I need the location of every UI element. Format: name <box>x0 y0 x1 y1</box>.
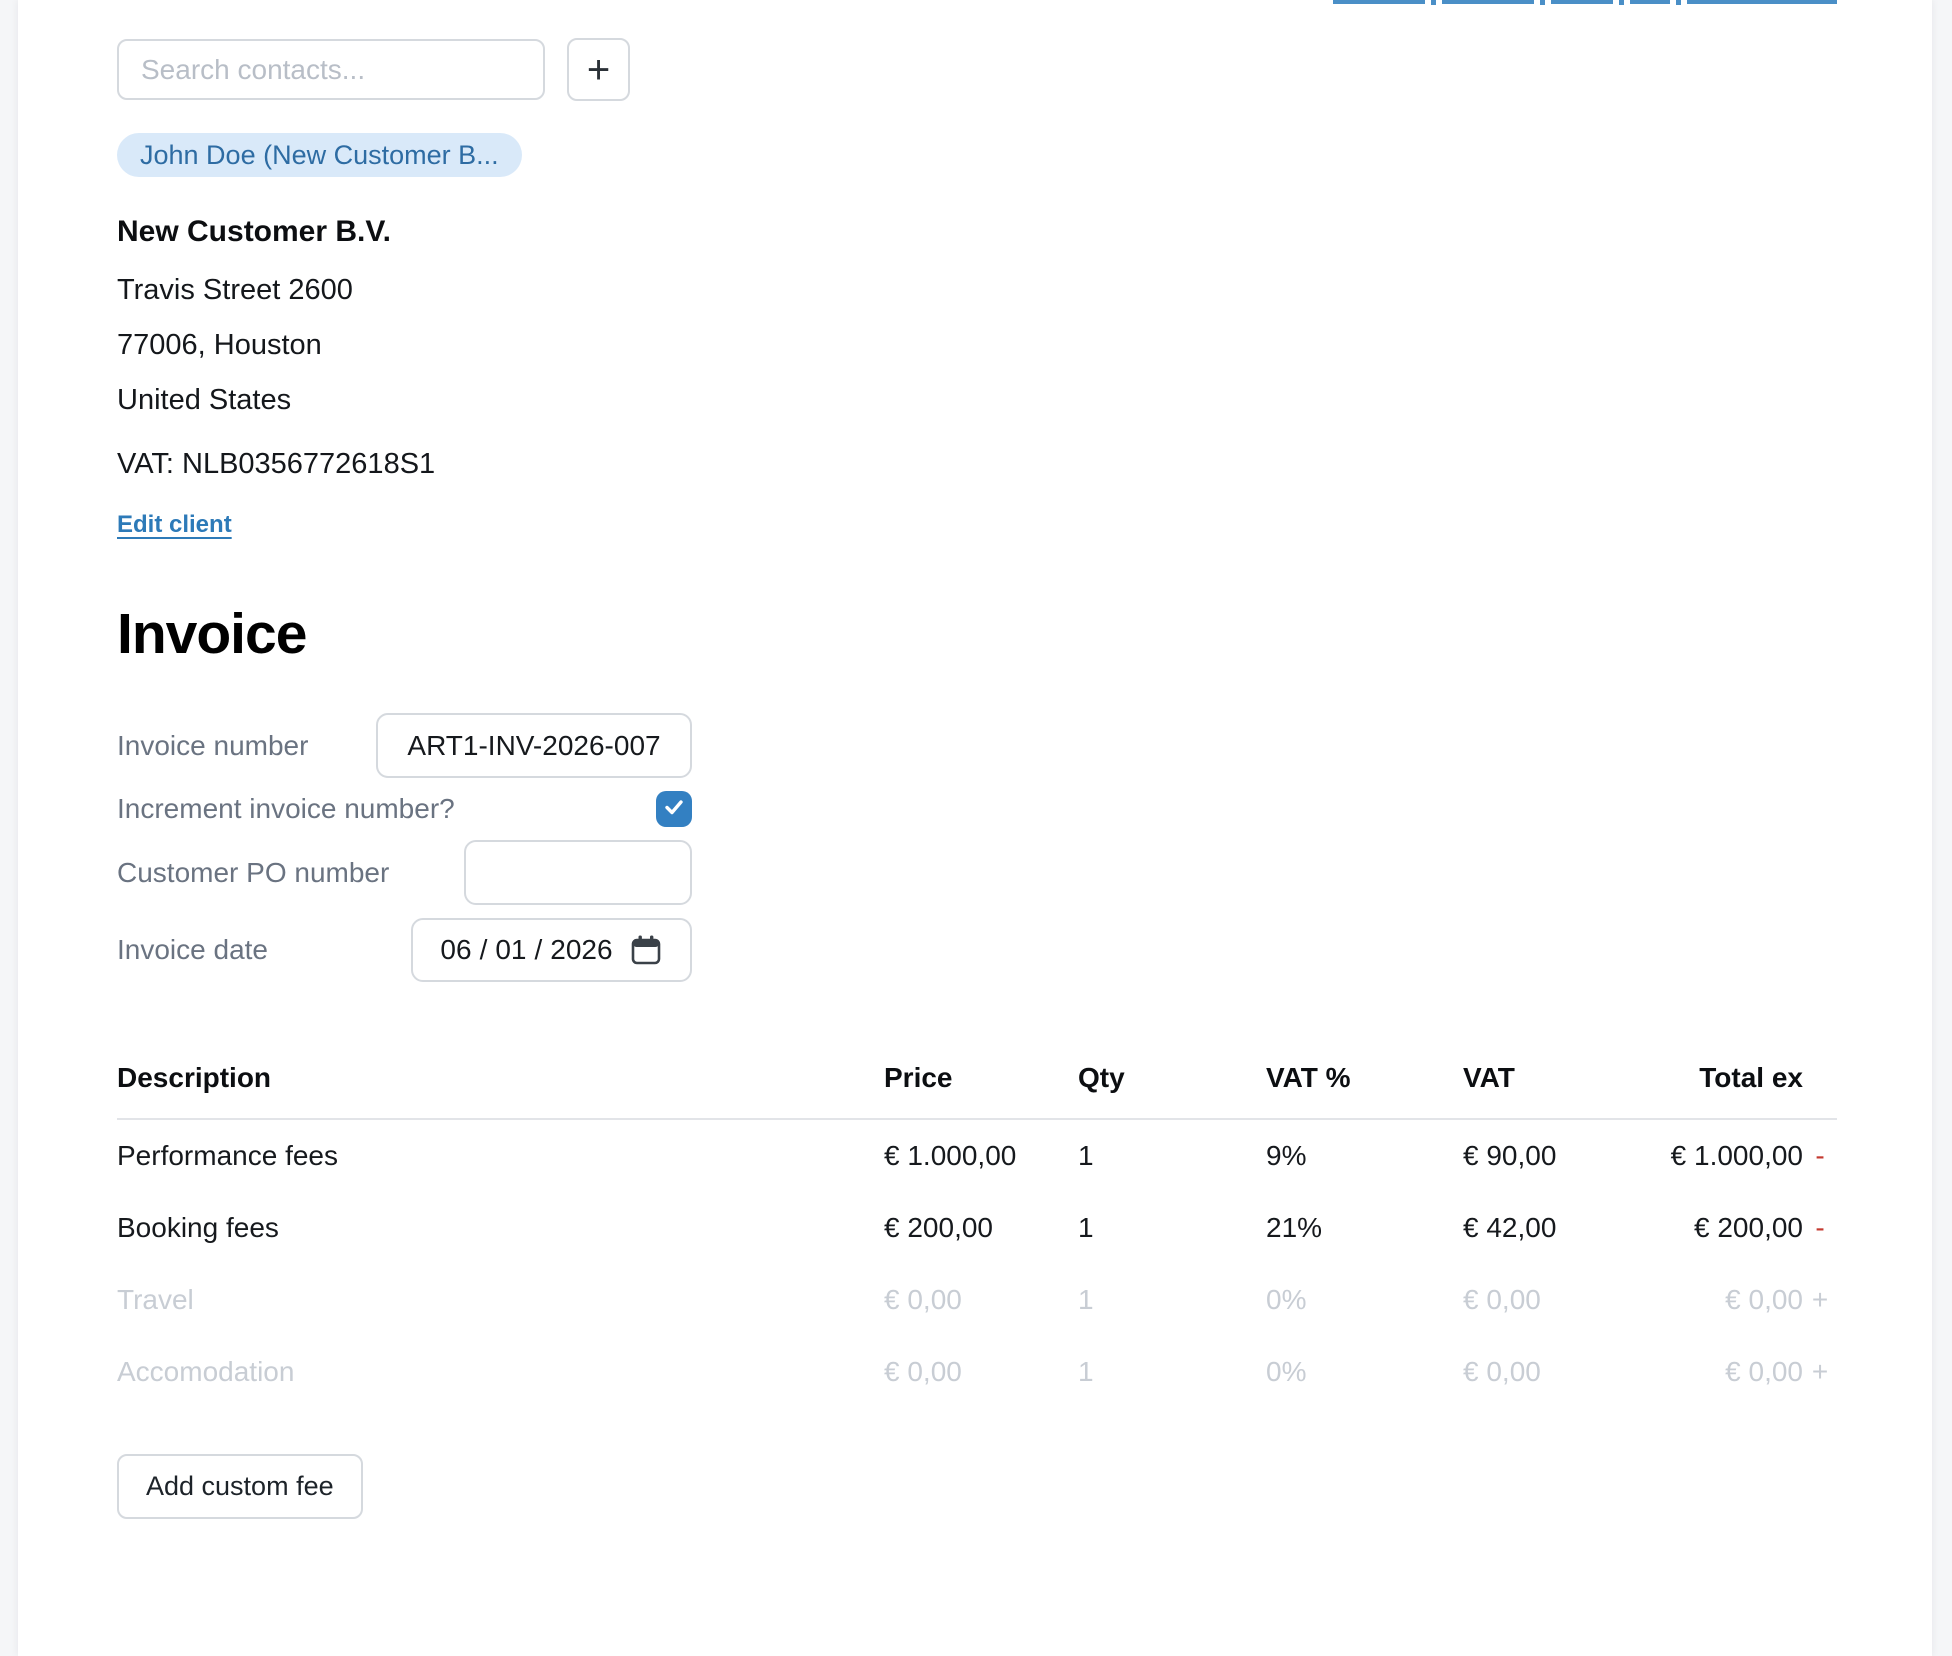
fee-row-cell: Performance fees <box>117 1120 884 1192</box>
increment-invoice-checkbox[interactable] <box>656 791 692 827</box>
date-separator: / <box>478 934 490 966</box>
col-header-description: Description <box>117 1062 884 1118</box>
fee-row-cell: 0% <box>1266 1336 1463 1408</box>
invoice-date-label: Invoice date <box>117 934 268 966</box>
page-title: Invoice <box>117 601 1837 667</box>
fee-row-cell: 1 <box>1078 1120 1266 1192</box>
fee-vat: € 42,00 <box>1463 1212 1556 1244</box>
po-number-label: Customer PO number <box>117 857 389 889</box>
fee-price: € 1.000,00 <box>884 1140 1016 1172</box>
fee-row-cell: € 0,00 <box>884 1264 1078 1336</box>
fee-row-cell: € 0,00 <box>1463 1264 1663 1336</box>
fee-row-cell: € 0,00 <box>1663 1264 1803 1336</box>
fee-row-cell: Travel <box>117 1264 884 1336</box>
fee-description: Performance fees <box>117 1140 338 1172</box>
fees-table: Description Price Qty VAT % VAT Total ex… <box>117 1062 1837 1408</box>
fee-row-cell: 1 <box>1078 1336 1266 1408</box>
col-header-total-ex: Total ex <box>1663 1062 1803 1118</box>
fee-description: Travel <box>117 1284 194 1316</box>
increment-invoice-label: Increment invoice number? <box>117 793 455 825</box>
fee-row-cell: 9% <box>1266 1120 1463 1192</box>
fee-price: € 200,00 <box>884 1212 993 1244</box>
fee-row-cell: 1 <box>1078 1264 1266 1336</box>
po-number-input[interactable] <box>464 840 692 905</box>
col-header-vat: VAT <box>1463 1062 1663 1118</box>
fee-qty: 1 <box>1078 1284 1094 1316</box>
invoice-number-row: Invoice number <box>117 713 692 778</box>
col-header-price: Price <box>884 1062 1078 1118</box>
date-day[interactable]: 01 <box>495 934 526 966</box>
invoice-form: Invoice number Increment invoice number?… <box>117 713 692 982</box>
add-fee-row-button[interactable]: + <box>1803 1264 1837 1336</box>
invoice-number-input[interactable] <box>376 713 692 778</box>
fee-qty: 1 <box>1078 1212 1094 1244</box>
fee-row-cell: 0% <box>1266 1264 1463 1336</box>
invoice-editor-panel: + John Doe (New Customer B... New Custom… <box>18 0 1932 1656</box>
increment-invoice-row: Increment invoice number? <box>117 791 692 827</box>
date-separator: / <box>533 934 545 966</box>
plus-icon: + <box>587 50 610 90</box>
contact-search-row: + <box>117 0 1837 101</box>
checkmark-icon <box>662 795 686 824</box>
fee-row-cell: € 0,00 <box>1663 1336 1803 1408</box>
calendar-icon[interactable] <box>629 933 663 967</box>
fee-price: € 0,00 <box>884 1284 962 1316</box>
fee-qty: 1 <box>1078 1140 1094 1172</box>
col-header-qty: Qty <box>1078 1062 1266 1118</box>
fee-description: Accomodation <box>117 1356 294 1388</box>
add-custom-fee-button[interactable]: Add custom fee <box>117 1454 363 1519</box>
fee-row-cell: 21% <box>1266 1192 1463 1264</box>
remove-fee-button[interactable]: - <box>1803 1120 1837 1192</box>
fee-vat-pct: 0% <box>1266 1356 1306 1388</box>
fee-total-ex: € 0,00 <box>1725 1356 1803 1388</box>
fee-row-cell: € 1.000,00 <box>1663 1120 1803 1192</box>
add-fee-row-button[interactable]: + <box>1803 1336 1837 1408</box>
col-header-vat-pct: VAT % <box>1266 1062 1463 1118</box>
client-address-country: United States <box>117 373 1837 428</box>
col-header-actions <box>1803 1078 1837 1102</box>
fee-row-cell: € 200,00 <box>884 1192 1078 1264</box>
po-number-row: Customer PO number <box>117 840 692 905</box>
client-address-city: 77006, Houston <box>117 318 1837 373</box>
fee-row-cell: Accomodation <box>117 1336 884 1408</box>
fee-row-cell: € 42,00 <box>1463 1192 1663 1264</box>
invoice-date-input[interactable]: 06 / 01 / 2026 <box>411 918 692 982</box>
fee-row-cell: € 200,00 <box>1663 1192 1803 1264</box>
fee-row-cell: € 0,00 <box>1463 1336 1663 1408</box>
fee-vat-pct: 0% <box>1266 1284 1306 1316</box>
fee-total-ex: € 0,00 <box>1725 1284 1803 1316</box>
fee-vat-pct: 9% <box>1266 1140 1306 1172</box>
date-year[interactable]: 2026 <box>550 934 612 966</box>
fee-vat: € 90,00 <box>1463 1140 1556 1172</box>
fee-row-cell: 1 <box>1078 1192 1266 1264</box>
fee-total-ex: € 200,00 <box>1694 1212 1803 1244</box>
client-name: New Customer B.V. <box>117 215 1837 249</box>
fee-vat: € 0,00 <box>1463 1284 1541 1316</box>
selected-contact-chip[interactable]: John Doe (New Customer B... <box>117 133 522 177</box>
add-contact-button[interactable]: + <box>567 38 630 101</box>
fee-row-cell: Booking fees <box>117 1192 884 1264</box>
fee-price: € 0,00 <box>884 1356 962 1388</box>
client-vat-number: VAT: NLB0356772618S1 <box>117 448 1837 481</box>
fee-vat: € 0,00 <box>1463 1356 1541 1388</box>
invoice-date-row: Invoice date 06 / 01 / 2026 <box>117 918 692 982</box>
fee-total-ex: € 1.000,00 <box>1671 1140 1803 1172</box>
fee-row-cell: € 1.000,00 <box>884 1120 1078 1192</box>
fee-qty: 1 <box>1078 1356 1094 1388</box>
client-address: Travis Street 2600 77006, Houston United… <box>117 263 1837 428</box>
fee-row-cell: € 0,00 <box>884 1336 1078 1408</box>
invoice-editor-content: + John Doe (New Customer B... New Custom… <box>18 0 1932 1656</box>
search-contacts-input[interactable] <box>117 39 545 100</box>
date-month[interactable]: 06 <box>440 934 471 966</box>
fee-description: Booking fees <box>117 1212 279 1244</box>
client-address-street: Travis Street 2600 <box>117 263 1837 318</box>
invoice-number-label: Invoice number <box>117 730 308 762</box>
edit-client-link[interactable]: Edit client <box>117 511 232 539</box>
fee-vat-pct: 21% <box>1266 1212 1322 1244</box>
fee-row-cell: € 90,00 <box>1463 1120 1663 1192</box>
remove-fee-button[interactable]: - <box>1803 1192 1837 1264</box>
